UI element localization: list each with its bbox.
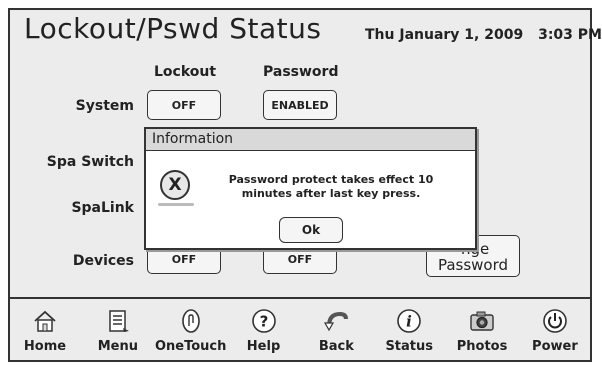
status-icon: i (397, 309, 422, 333)
nav-status-label: Status (385, 339, 433, 354)
ok-button[interactable]: Ok (279, 217, 343, 243)
column-header-lockout: Lockout (154, 64, 217, 80)
home-icon (34, 310, 56, 332)
dialog-message: Password protect takes effect 10 minutes… (216, 173, 446, 201)
close-x-icon: X (160, 170, 190, 200)
nav-power[interactable]: Power (520, 299, 590, 360)
icon-shadow (158, 203, 194, 206)
back-icon (324, 311, 349, 332)
nav-back-label: Back (318, 339, 354, 354)
row-label-spa-switch: Spa Switch (46, 154, 134, 170)
system-lockout-button[interactable]: OFF (147, 90, 221, 120)
datetime: Thu January 1, 2009 3:03 PM (365, 27, 602, 43)
time-text: 3:03 PM (538, 27, 602, 43)
nav-photos[interactable]: Photos (447, 299, 517, 360)
nav-home-label: Home (23, 339, 67, 354)
onetouch-icon (181, 309, 200, 333)
help-icon: ? (251, 309, 276, 333)
dialog-title: Information (146, 129, 475, 151)
camera-icon (470, 311, 494, 331)
nav-menu-label: Menu (97, 339, 138, 354)
svg-text:?: ? (259, 313, 268, 331)
information-dialog: Information X Password protect takes eff… (144, 127, 477, 250)
close-x-glyph: X (168, 175, 182, 195)
nav-onetouch-label: OneTouch (154, 339, 227, 354)
date-text: Thu January 1, 2009 (365, 27, 524, 43)
system-password-button[interactable]: ENABLED (263, 90, 337, 120)
nav-onetouch[interactable]: OneTouch (154, 299, 227, 360)
column-header-password: Password (263, 64, 339, 80)
change-password-line2: Password (437, 256, 509, 274)
nav-home[interactable]: Home (10, 299, 80, 360)
row-label-spalink: SpaLink (71, 200, 134, 216)
svg-text:i: i (406, 313, 412, 331)
nav-help[interactable]: ? Help (229, 299, 299, 360)
dialog-message-line1: Password protect takes effect 10 (228, 173, 434, 186)
nav-photos-label: Photos (456, 339, 508, 354)
nav-power-label: Power (532, 339, 578, 354)
menu-icon (109, 310, 129, 332)
row-label-system: System (75, 98, 134, 114)
power-icon (543, 309, 567, 333)
row-label-devices: Devices (72, 253, 134, 269)
dialog-message-line2: minutes after last key press. (241, 187, 421, 200)
page-title: Lockout/Pswd Status (24, 12, 322, 45)
nav-status[interactable]: i Status (374, 299, 444, 360)
nav-back[interactable]: Back (301, 299, 371, 360)
nav-help-label: Help (246, 339, 281, 354)
bottom-nav: Home Menu OneTouch ? Help Back i Status … (10, 299, 590, 360)
nav-menu[interactable]: Menu (83, 299, 153, 360)
